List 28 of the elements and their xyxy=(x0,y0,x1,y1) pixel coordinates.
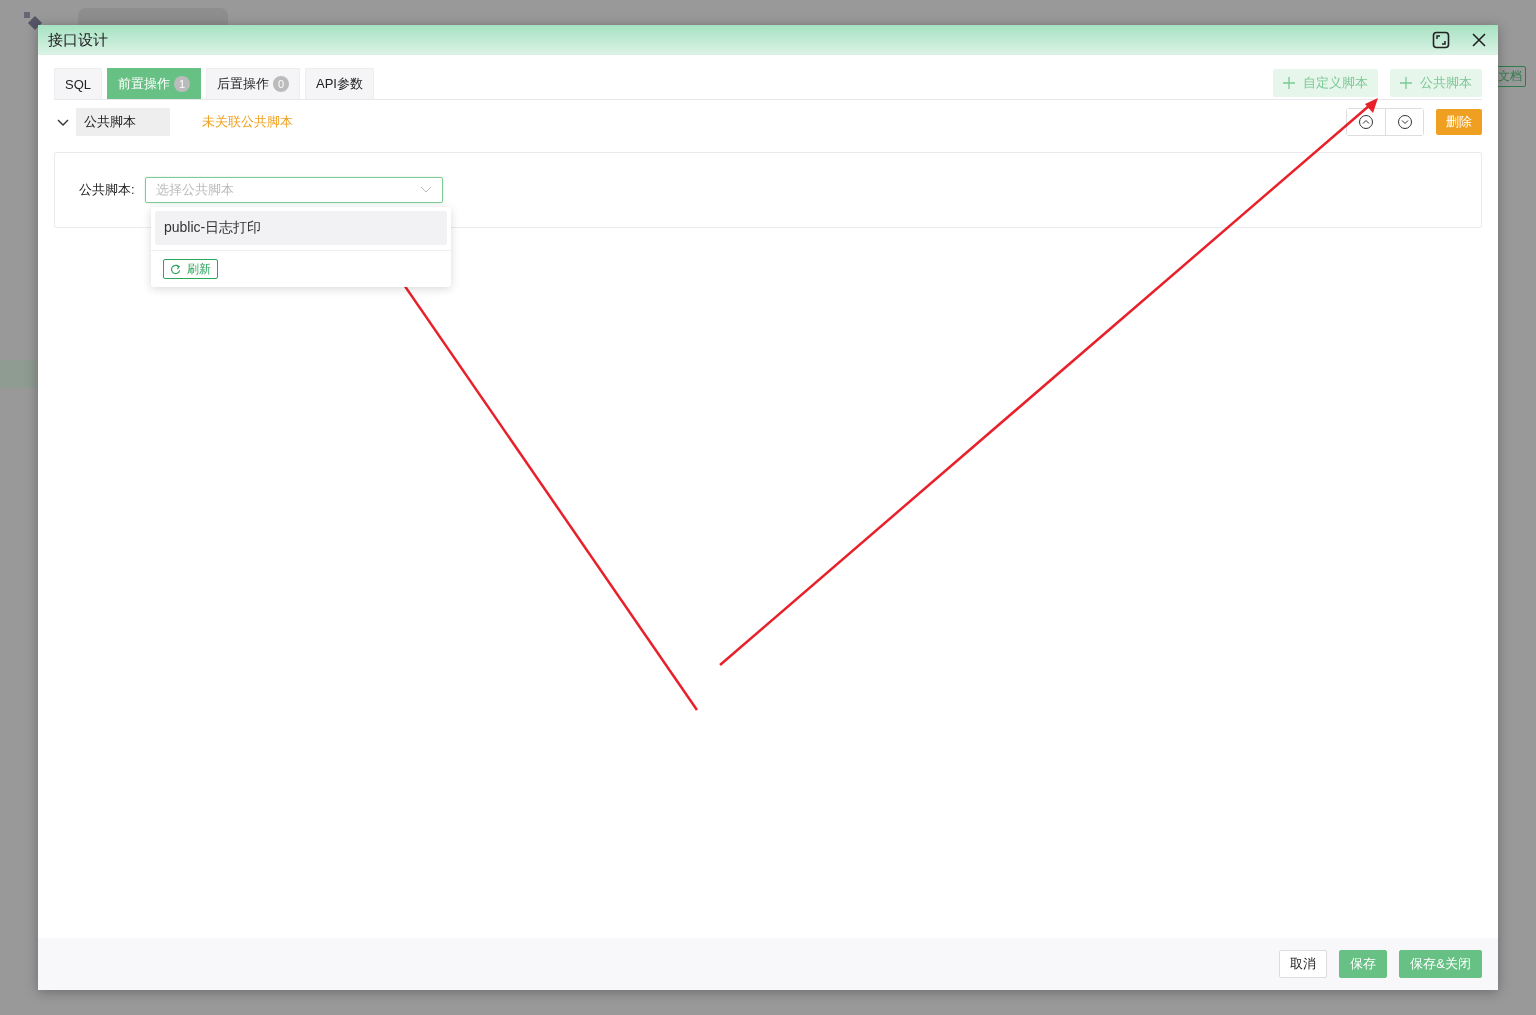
plus-icon xyxy=(1283,77,1295,89)
save-button[interactable]: 保存&关闭 xyxy=(1399,950,1482,978)
tab[interactable]: 前置操作 1 xyxy=(107,68,201,99)
tab[interactable]: 后置操作 0 xyxy=(206,68,300,99)
chevron-up-circle-icon xyxy=(1358,114,1374,130)
add-script-button[interactable]: 自定义脚本 xyxy=(1273,69,1378,97)
move-down-button[interactable] xyxy=(1385,109,1423,135)
select-field[interactable]: 选择公共脚本 xyxy=(144,177,443,203)
save-button[interactable]: 保存 xyxy=(1339,950,1388,978)
close-icon[interactable] xyxy=(1470,31,1488,49)
dialog-title: 接口设计 xyxy=(48,30,109,50)
dropdown-option[interactable]: public-日志打印 xyxy=(155,211,447,245)
tab[interactable]: SQL xyxy=(54,68,102,99)
script-title: 公共脚本 xyxy=(76,108,170,136)
refresh-icon xyxy=(170,263,181,275)
field-label: 公共脚本: xyxy=(79,181,135,199)
count-badge: 0 xyxy=(273,76,289,92)
refresh-button[interactable]: 刷新 xyxy=(163,259,218,279)
tab[interactable]: API参数 xyxy=(305,68,374,99)
add-script-button[interactable]: 公共脚本 xyxy=(1390,69,1482,97)
chevron-icon xyxy=(419,186,432,194)
plus-icon xyxy=(1400,77,1412,89)
delete-button[interactable]: 删除 xyxy=(1436,109,1482,135)
status-text: 未关联公共脚本 xyxy=(202,113,293,131)
maximize-icon[interactable] xyxy=(1432,31,1450,49)
chevron-down-circle-icon xyxy=(1396,114,1413,130)
count-badge: 1 xyxy=(174,76,190,92)
cancel-button[interactable]: 取消 xyxy=(1279,950,1328,978)
